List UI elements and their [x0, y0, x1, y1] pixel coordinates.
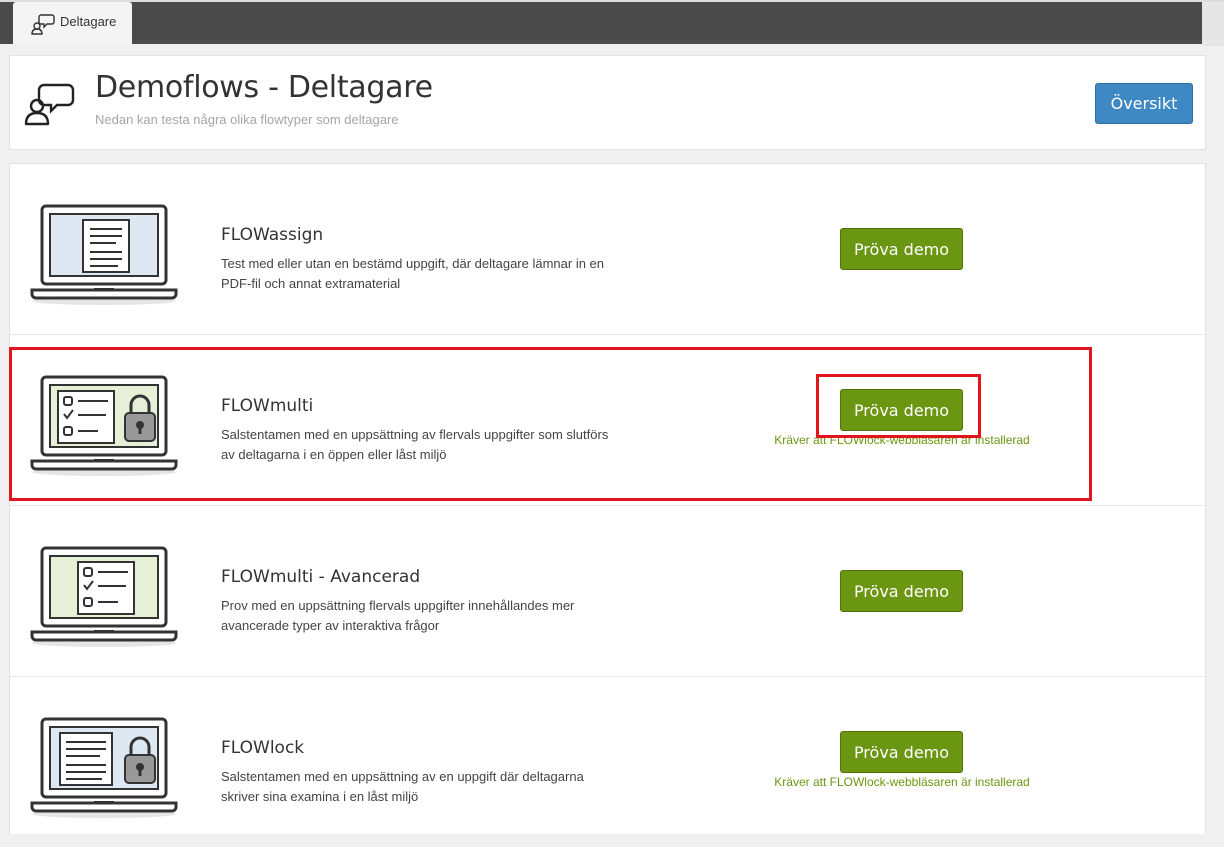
- flow-description: Prov med en uppsättning flervals uppgift…: [221, 598, 575, 633]
- top-tab-bar: [0, 0, 1224, 46]
- laptop-document-lock-icon: [30, 717, 178, 818]
- page-title: Demoflows - Deltagare: [95, 70, 433, 105]
- requirement-note: Kräver att FLOWlock-webbläsaren är insta…: [774, 433, 1030, 447]
- laptop-document-icon: [30, 204, 178, 305]
- flow-title: FLOWlock: [221, 738, 305, 758]
- laptop-checklist-lock-icon: [30, 375, 178, 476]
- page-header: Demoflows - Deltagare Nedan kan testa nå…: [9, 55, 1206, 150]
- requirement-note: Kräver att FLOWlock-webbläsaren är insta…: [774, 775, 1030, 789]
- try-demo-button[interactable]: Pröva demo: [840, 570, 963, 612]
- flow-description: Salstentamen med en uppsättning av en up…: [221, 769, 584, 804]
- try-demo-button[interactable]: Pröva demo: [840, 389, 963, 431]
- overview-button[interactable]: Översikt: [1095, 83, 1193, 124]
- tab-deltagare[interactable]: Deltagare: [13, 2, 132, 44]
- flow-row-flowlock: FLOWlock Salstentamen med en uppsättning…: [10, 677, 1205, 847]
- flow-description: Test med eller utan en bestämd uppgift, …: [221, 256, 605, 291]
- scrollbar-strip: [1202, 2, 1224, 46]
- chat-user-icon: [24, 83, 75, 126]
- flow-row-flowassign: FLOWassign Test med eller utan en bestäm…: [10, 164, 1205, 334]
- flow-row-flowmulti-avancerad: FLOWmulti - Avancerad Prov med en uppsät…: [10, 506, 1205, 676]
- try-demo-button[interactable]: Pröva demo: [840, 731, 963, 773]
- flow-title: FLOWmulti: [221, 396, 314, 416]
- tab-label: Deltagare: [60, 14, 117, 29]
- flow-title: FLOWmulti - Avancerad: [221, 567, 421, 587]
- flow-row-flowmulti: FLOWmulti Salstentamen med en uppsättnin…: [10, 335, 1205, 505]
- chat-user-icon: [31, 14, 55, 35]
- page-subtitle: Nedan kan testa några olika flowtyper so…: [95, 112, 399, 127]
- flow-description: Salstentamen med en uppsättning av flerv…: [221, 427, 609, 462]
- flow-title: FLOWassign: [221, 225, 324, 245]
- flow-list: FLOWassign Test med eller utan en bestäm…: [9, 163, 1206, 834]
- laptop-checklist-icon: [30, 546, 178, 647]
- try-demo-button[interactable]: Pröva demo: [840, 228, 963, 270]
